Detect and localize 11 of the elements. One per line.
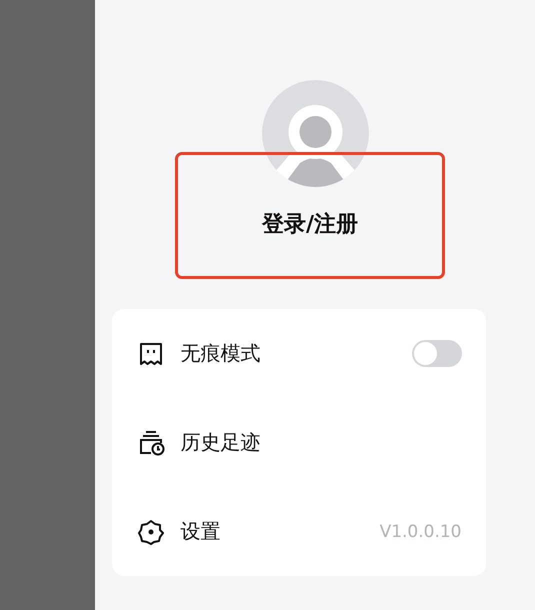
avatar-icon bbox=[262, 80, 368, 187]
history-icon bbox=[138, 430, 166, 456]
toggle-switch[interactable] bbox=[412, 340, 462, 367]
login-button[interactable]: 登录/注册 bbox=[175, 152, 445, 279]
menu-item-label[interactable]: 设置 bbox=[180, 518, 380, 545]
dim-overlay[interactable] bbox=[0, 0, 95, 610]
version-label: V1.0.0.10 bbox=[380, 522, 462, 542]
settings-icon bbox=[138, 518, 164, 544]
ghost-icon bbox=[138, 340, 164, 366]
menu-item-label[interactable]: 历史足迹 bbox=[180, 429, 462, 456]
menu-item-label[interactable]: 无痕模式 bbox=[180, 340, 412, 367]
